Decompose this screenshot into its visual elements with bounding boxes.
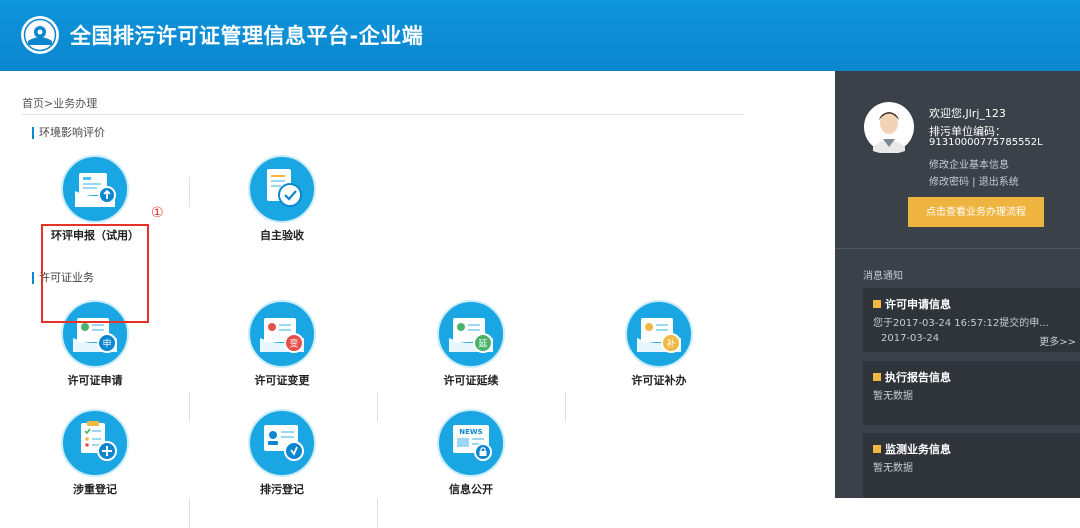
tile-label: 许可证申请 (67, 374, 123, 387)
discharge-register-icon (248, 409, 316, 477)
news-card-monitoring[interactable]: 监测业务信息 暂无数据 (863, 433, 1080, 498)
tile-label: 许可证变更 (254, 374, 310, 387)
involve-register-icon (61, 409, 129, 477)
unit-code-value: 91310000775785552L (929, 137, 1043, 148)
badge-news: NEWS (459, 428, 482, 436)
news-card-title: 许可申请信息 (873, 296, 951, 312)
permit-extend-icon: 延 (437, 300, 505, 368)
tile-label: 许可证延续 (443, 374, 499, 387)
news-card-text: 暂无数据 (873, 391, 913, 402)
tile-label: 自主验收 (260, 229, 304, 242)
tile-separator (189, 177, 190, 207)
tile-label: 涉重登记 (73, 483, 117, 496)
header-bar: 全国排污许可证管理信息平台-企业端 (0, 0, 1080, 71)
tile-permit-extend[interactable]: 延 许可证延续 (396, 300, 546, 388)
news-icon: NEWS (437, 409, 505, 477)
tile-separator (189, 392, 190, 422)
avatar (864, 102, 914, 153)
bullet-square-icon (873, 373, 881, 381)
highlight-box (41, 224, 149, 323)
edit-password-logout-link[interactable]: 修改密码 | 退出系统 (929, 173, 1019, 188)
edit-company-info-link[interactable]: 修改企业基本信息 (929, 156, 1009, 171)
breadcrumb-divider (22, 114, 744, 115)
news-card-permit-apply[interactable]: 许可申请信息 您于2017-03-24 16:57:12提交的申... 2017… (863, 288, 1080, 352)
tile-label: 信息公开 (449, 483, 493, 496)
news-card-exec-report[interactable]: 执行报告信息 暂无数据 (863, 361, 1080, 425)
tile-label: 排污登记 (260, 483, 304, 496)
tile-involve-register[interactable]: 涉重登记 (20, 409, 170, 497)
news-card-text: 您于2017-03-24 16:57:12提交的申... (873, 318, 1049, 329)
permit-reissue-icon: 补 (625, 300, 693, 368)
sidebar-divider (835, 248, 1080, 249)
news-card-title: 执行报告信息 (873, 369, 951, 385)
step-marker: ① (151, 205, 164, 221)
env-report-icon (61, 155, 129, 223)
news-card-title: 监测业务信息 (873, 441, 951, 457)
permit-change-icon: 变 (248, 300, 316, 368)
bullet-square-icon (873, 445, 881, 453)
user-sidebar: 欢迎您,Jlrj_123 排污单位编码： 91310000775785552L … (835, 71, 1080, 498)
more-link[interactable]: 更多>> (1039, 333, 1076, 348)
tile-label: 许可证补办 (631, 374, 687, 387)
news-card-date: 2017-03-24 (881, 333, 940, 344)
tile-permit-reissue[interactable]: 补 许可证补办 (584, 300, 734, 388)
tile-info-public[interactable]: NEWS 信息公开 (396, 409, 546, 497)
bullet-square-icon (873, 300, 881, 308)
news-section-title: 消息通知 (863, 271, 903, 282)
badge-apply: 申 (102, 338, 111, 350)
tile-discharge-register[interactable]: 排污登记 (207, 409, 357, 497)
tile-self-accept[interactable]: 自主验收 (207, 155, 357, 243)
tile-separator (377, 498, 378, 528)
badge-extend: 延 (478, 338, 487, 350)
news-card-text: 暂无数据 (873, 463, 913, 474)
section-title-env: 环境影响评价 (32, 127, 105, 139)
self-accept-icon (248, 155, 316, 223)
app-title: 全国排污许可证管理信息平台-企业端 (70, 24, 424, 48)
view-process-flow-button[interactable]: 点击查看业务办理流程 (908, 197, 1044, 227)
eco-emblem-icon (21, 16, 59, 54)
badge-reissue: 补 (666, 338, 675, 350)
tile-separator (189, 498, 190, 528)
tile-permit-change[interactable]: 变 许可证变更 (207, 300, 357, 388)
breadcrumb[interactable]: 首页>业务办理 (22, 95, 97, 111)
tile-separator (565, 392, 566, 422)
tile-separator (377, 392, 378, 422)
welcome-text: 欢迎您,Jlrj_123 (929, 107, 1006, 120)
badge-change: 变 (289, 338, 298, 350)
